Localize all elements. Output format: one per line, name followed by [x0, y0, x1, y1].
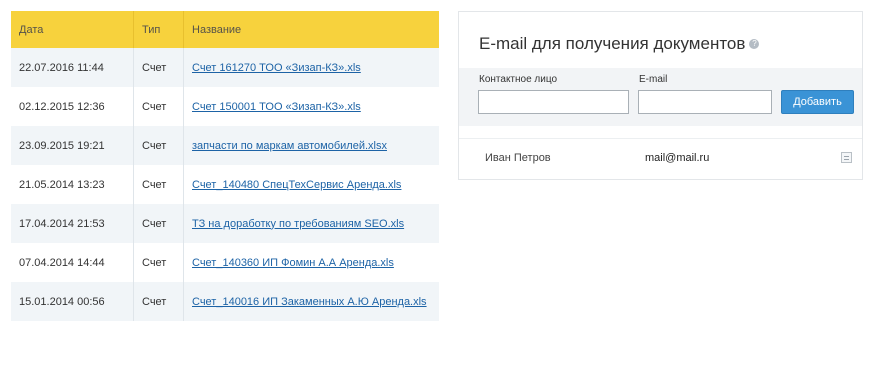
- row-type: Счет: [133, 87, 184, 126]
- contact-person-input[interactable]: [478, 90, 629, 114]
- row-name-cell: запчасти по маркам автомобилей.xlsx: [183, 126, 439, 165]
- document-link[interactable]: Счет_140016 ИП Закаменных А.Ю Аренда.xls: [192, 296, 427, 308]
- help-icon[interactable]: ?: [749, 38, 760, 49]
- document-link[interactable]: Счет 161270 ТОО «Зизап-КЗ».xls: [192, 62, 361, 74]
- row-date: 07.04.2014 14:44: [11, 243, 134, 282]
- row-type: Счет: [133, 243, 184, 282]
- document-link[interactable]: ТЗ на доработку по требованиям SEO.xls: [192, 218, 404, 230]
- contact-name: Иван Петров: [485, 152, 551, 164]
- document-link[interactable]: Счет 150001 ТОО «Зизап-КЗ».xls: [192, 101, 361, 113]
- table-row: 17.04.2014 21:53 Счет ТЗ на доработку по…: [11, 204, 439, 243]
- table-row: 02.12.2015 12:36 Счет Счет 150001 ТОО «З…: [11, 87, 439, 126]
- contact-person-label: Контактное лицо: [479, 74, 558, 85]
- table-row: 15.01.2014 00:56 Счет Счет_140016 ИП Зак…: [11, 282, 439, 321]
- table-header-row: Дата Тип Название: [11, 11, 439, 48]
- row-name-cell: Счет 161270 ТОО «Зизап-КЗ».xls: [183, 48, 439, 87]
- row-date: 17.04.2014 21:53: [11, 204, 134, 243]
- row-name-cell: Счет_140480 СпецТехСервис Аренда.xls: [183, 165, 439, 204]
- row-type: Счет: [133, 282, 184, 321]
- row-type: Счет: [133, 165, 184, 204]
- documents-table: Дата Тип Название 22.07.2016 11:44 Счет …: [11, 11, 439, 321]
- row-type: Счет: [133, 48, 184, 87]
- row-date: 02.12.2015 12:36: [11, 87, 134, 126]
- row-date: 22.07.2016 11:44: [11, 48, 134, 87]
- document-link[interactable]: запчасти по маркам автомобилей.xlsx: [192, 140, 387, 152]
- column-header-name[interactable]: Название: [183, 11, 439, 48]
- panel-title: E-mail для получения документов?: [479, 34, 760, 54]
- document-link[interactable]: Счет_140360 ИП Фомин А.А Аренда.xls: [192, 257, 394, 269]
- row-date: 15.01.2014 00:56: [11, 282, 134, 321]
- panel-title-text: E-mail для получения документов: [479, 34, 746, 53]
- table-row: 23.09.2015 19:21 Счет запчасти по маркам…: [11, 126, 439, 165]
- edit-icon[interactable]: [841, 152, 852, 163]
- email-label: E-mail: [639, 74, 668, 85]
- row-name-cell: Счет_140360 ИП Фомин А.А Аренда.xls: [183, 243, 439, 282]
- column-header-type[interactable]: Тип: [133, 11, 184, 48]
- row-type: Счет: [133, 204, 184, 243]
- column-header-date[interactable]: Дата: [11, 11, 134, 48]
- email-input[interactable]: [638, 90, 772, 114]
- row-name-cell: ТЗ на доработку по требованиям SEO.xls: [183, 204, 439, 243]
- contact-email: mail@mail.ru: [645, 152, 710, 164]
- contact-list-item: Иван Петров mail@mail.ru: [459, 138, 862, 173]
- add-contact-form: Контактное лицо E-mail Добавить: [459, 68, 862, 126]
- row-date: 23.09.2015 19:21: [11, 126, 134, 165]
- row-name-cell: Счет_140016 ИП Закаменных А.Ю Аренда.xls: [183, 282, 439, 321]
- row-date: 21.05.2014 13:23: [11, 165, 134, 204]
- table-row: 22.07.2016 11:44 Счет Счет 161270 ТОО «З…: [11, 48, 439, 87]
- document-link[interactable]: Счет_140480 СпецТехСервис Аренда.xls: [192, 179, 401, 191]
- table-row: 21.05.2014 13:23 Счет Счет_140480 СпецТе…: [11, 165, 439, 204]
- add-button[interactable]: Добавить: [781, 90, 854, 114]
- row-name-cell: Счет 150001 ТОО «Зизап-КЗ».xls: [183, 87, 439, 126]
- table-row: 07.04.2014 14:44 Счет Счет_140360 ИП Фом…: [11, 243, 439, 282]
- row-type: Счет: [133, 126, 184, 165]
- email-panel: E-mail для получения документов? Контакт…: [458, 11, 863, 180]
